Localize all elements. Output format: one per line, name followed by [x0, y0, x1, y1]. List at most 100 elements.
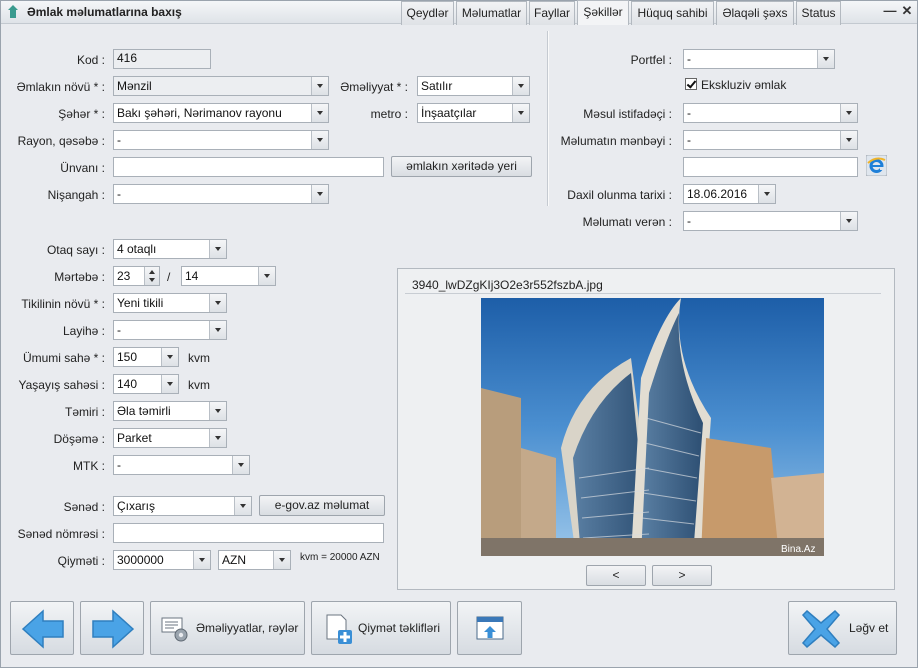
- mtk-value: -: [117, 458, 121, 472]
- price-offers-label: Qiymət təklifləri: [358, 621, 441, 635]
- vertical-separator: [547, 31, 549, 206]
- mertebe-total-select[interactable]: 14: [181, 266, 276, 286]
- forward-button[interactable]: [80, 601, 144, 655]
- tab-fayllar[interactable]: Fayllar: [529, 1, 575, 25]
- menbe-select[interactable]: -: [683, 130, 858, 150]
- upload-window-button[interactable]: [457, 601, 522, 655]
- daxil-label: Daxil olunma tarixi :: [567, 188, 672, 202]
- layihe-select[interactable]: -: [113, 320, 227, 340]
- emeliyyat-select[interactable]: Satılır: [417, 76, 530, 96]
- ekskluziv-label: Ekskluziv əmlak: [701, 78, 787, 92]
- operations-button[interactable]: Əməliyyatlar, rəylər: [150, 601, 305, 655]
- chevron-down-icon: [161, 348, 178, 366]
- app-icon: [8, 5, 18, 18]
- spinner-arrows-icon[interactable]: [144, 267, 159, 285]
- menbe-value: -: [687, 133, 691, 147]
- mertebe-spinner[interactable]: 23: [113, 266, 160, 286]
- nisangah-select[interactable]: -: [113, 184, 329, 204]
- qiymet-select[interactable]: 3000000: [113, 550, 211, 570]
- doseme-label: Döşəmə :: [53, 432, 105, 446]
- operations-label: Əməliyyatlar, rəylər: [196, 621, 299, 635]
- tikili-select[interactable]: Yeni tikili: [113, 293, 227, 313]
- kod-field[interactable]: 416: [113, 49, 211, 69]
- chevron-down-icon: [161, 375, 178, 393]
- umumi-select[interactable]: 150: [113, 347, 179, 367]
- chevron-down-icon: [273, 551, 290, 569]
- egov-button[interactable]: e-gov.az məlumat: [259, 495, 385, 516]
- veren-value: -: [687, 214, 691, 228]
- qiymet-label: Qiyməti :: [57, 554, 105, 568]
- ekskluziv-checkbox[interactable]: [685, 78, 697, 90]
- unvan-input[interactable]: [113, 157, 384, 177]
- browser-icon[interactable]: [866, 155, 887, 176]
- sened-select[interactable]: Çıxarış: [113, 496, 252, 516]
- tab-huquq-sahibi[interactable]: Hüquq sahibi: [631, 1, 714, 25]
- otaq-value: 4 otaqlı: [117, 242, 157, 256]
- layihe-value: -: [117, 323, 121, 337]
- building-photo-image: Bina.Az: [481, 298, 824, 556]
- mertebe-total-value: 14: [185, 269, 199, 283]
- yasayis-select[interactable]: 140: [113, 374, 179, 394]
- chevron-down-icon: [817, 50, 834, 68]
- currency-select[interactable]: AZN: [218, 550, 291, 570]
- tab-status[interactable]: Status: [796, 1, 841, 25]
- tab-melumatlar[interactable]: Məlumatlar: [456, 1, 527, 25]
- mesul-select[interactable]: -: [683, 103, 858, 123]
- daxil-value: 18.06.2016: [687, 187, 748, 201]
- doseme-value: Parket: [117, 431, 152, 445]
- otaq-select[interactable]: 4 otaqlı: [113, 239, 227, 259]
- sened-nomresi-input[interactable]: [113, 523, 384, 543]
- umumi-value: 150: [117, 350, 138, 364]
- minimize-icon[interactable]: —: [883, 4, 897, 18]
- chevron-down-icon: [209, 321, 226, 339]
- add-document-icon: [326, 614, 352, 644]
- emlak-novu-label: Əmlakın növü * :: [16, 80, 105, 94]
- property-photo: Bina.Az: [481, 298, 824, 556]
- next-photo-button[interactable]: >: [652, 565, 712, 586]
- umumi-unit: kvm: [188, 351, 210, 365]
- photo-filename: 3940_lwDZgKIj3O2e3r552fszbA.jpg: [412, 278, 603, 292]
- metro-select[interactable]: İnşaatçılar: [417, 103, 530, 123]
- currency-value: AZN: [222, 553, 246, 567]
- tab-elaqeli-sexs[interactable]: Əlaqəli şəxs: [716, 1, 794, 25]
- metro-label: metro :: [370, 107, 408, 121]
- veren-select[interactable]: -: [683, 211, 858, 231]
- mertebe-value: 23: [117, 269, 131, 283]
- chevron-down-icon: [758, 185, 775, 203]
- back-button[interactable]: [10, 601, 74, 655]
- doseme-select[interactable]: Parket: [113, 428, 227, 448]
- price-offers-button[interactable]: Qiymət təklifləri: [311, 601, 451, 655]
- unvan-label: Ünvanı :: [60, 161, 105, 175]
- tab-qeydler[interactable]: Qeydlər: [401, 1, 454, 25]
- cancel-label: Ləğv et: [849, 621, 889, 635]
- arrow-right-icon: [92, 609, 135, 649]
- cancel-button[interactable]: Ləğv et: [788, 601, 897, 655]
- close-icon[interactable]: ✕: [900, 4, 914, 18]
- previous-photo-button[interactable]: <: [586, 565, 646, 586]
- chevron-down-icon: [311, 77, 328, 95]
- tikili-label: Tikilinin növü * :: [21, 297, 105, 311]
- chevron-down-icon: [209, 240, 226, 258]
- metro-value: İnşaatçılar: [421, 106, 477, 120]
- map-location-button[interactable]: əmlakın xəritədə yeri: [391, 156, 532, 177]
- photo-watermark: Bina.Az: [781, 544, 815, 555]
- umumi-label: Ümumi sahə * :: [22, 351, 105, 365]
- portfel-select[interactable]: -: [683, 49, 835, 69]
- emlak-novu-select[interactable]: Mənzil: [113, 76, 329, 96]
- emeliyyat-value: Satılır: [421, 79, 453, 93]
- rayon-value: -: [117, 133, 121, 147]
- chevron-down-icon: [232, 456, 249, 474]
- seher-value: Bakı şəhəri, Nərimanov rayonu: [117, 106, 282, 120]
- rayon-select[interactable]: -: [113, 130, 329, 150]
- seher-select[interactable]: Bakı şəhəri, Nərimanov rayonu: [113, 103, 329, 123]
- chevron-down-icon: [311, 185, 328, 203]
- close-x-icon: [801, 609, 841, 649]
- sened-value: Çıxarış: [117, 499, 156, 513]
- mtk-label: MTK :: [73, 459, 105, 473]
- tab-sekiller[interactable]: Şəkillər: [577, 0, 629, 25]
- chevron-down-icon: [209, 294, 226, 312]
- menbe-extra-input[interactable]: [683, 157, 858, 177]
- daxil-date-picker[interactable]: 18.06.2016: [683, 184, 776, 204]
- mtk-select[interactable]: -: [113, 455, 250, 475]
- temir-select[interactable]: Əla təmirli: [113, 401, 227, 421]
